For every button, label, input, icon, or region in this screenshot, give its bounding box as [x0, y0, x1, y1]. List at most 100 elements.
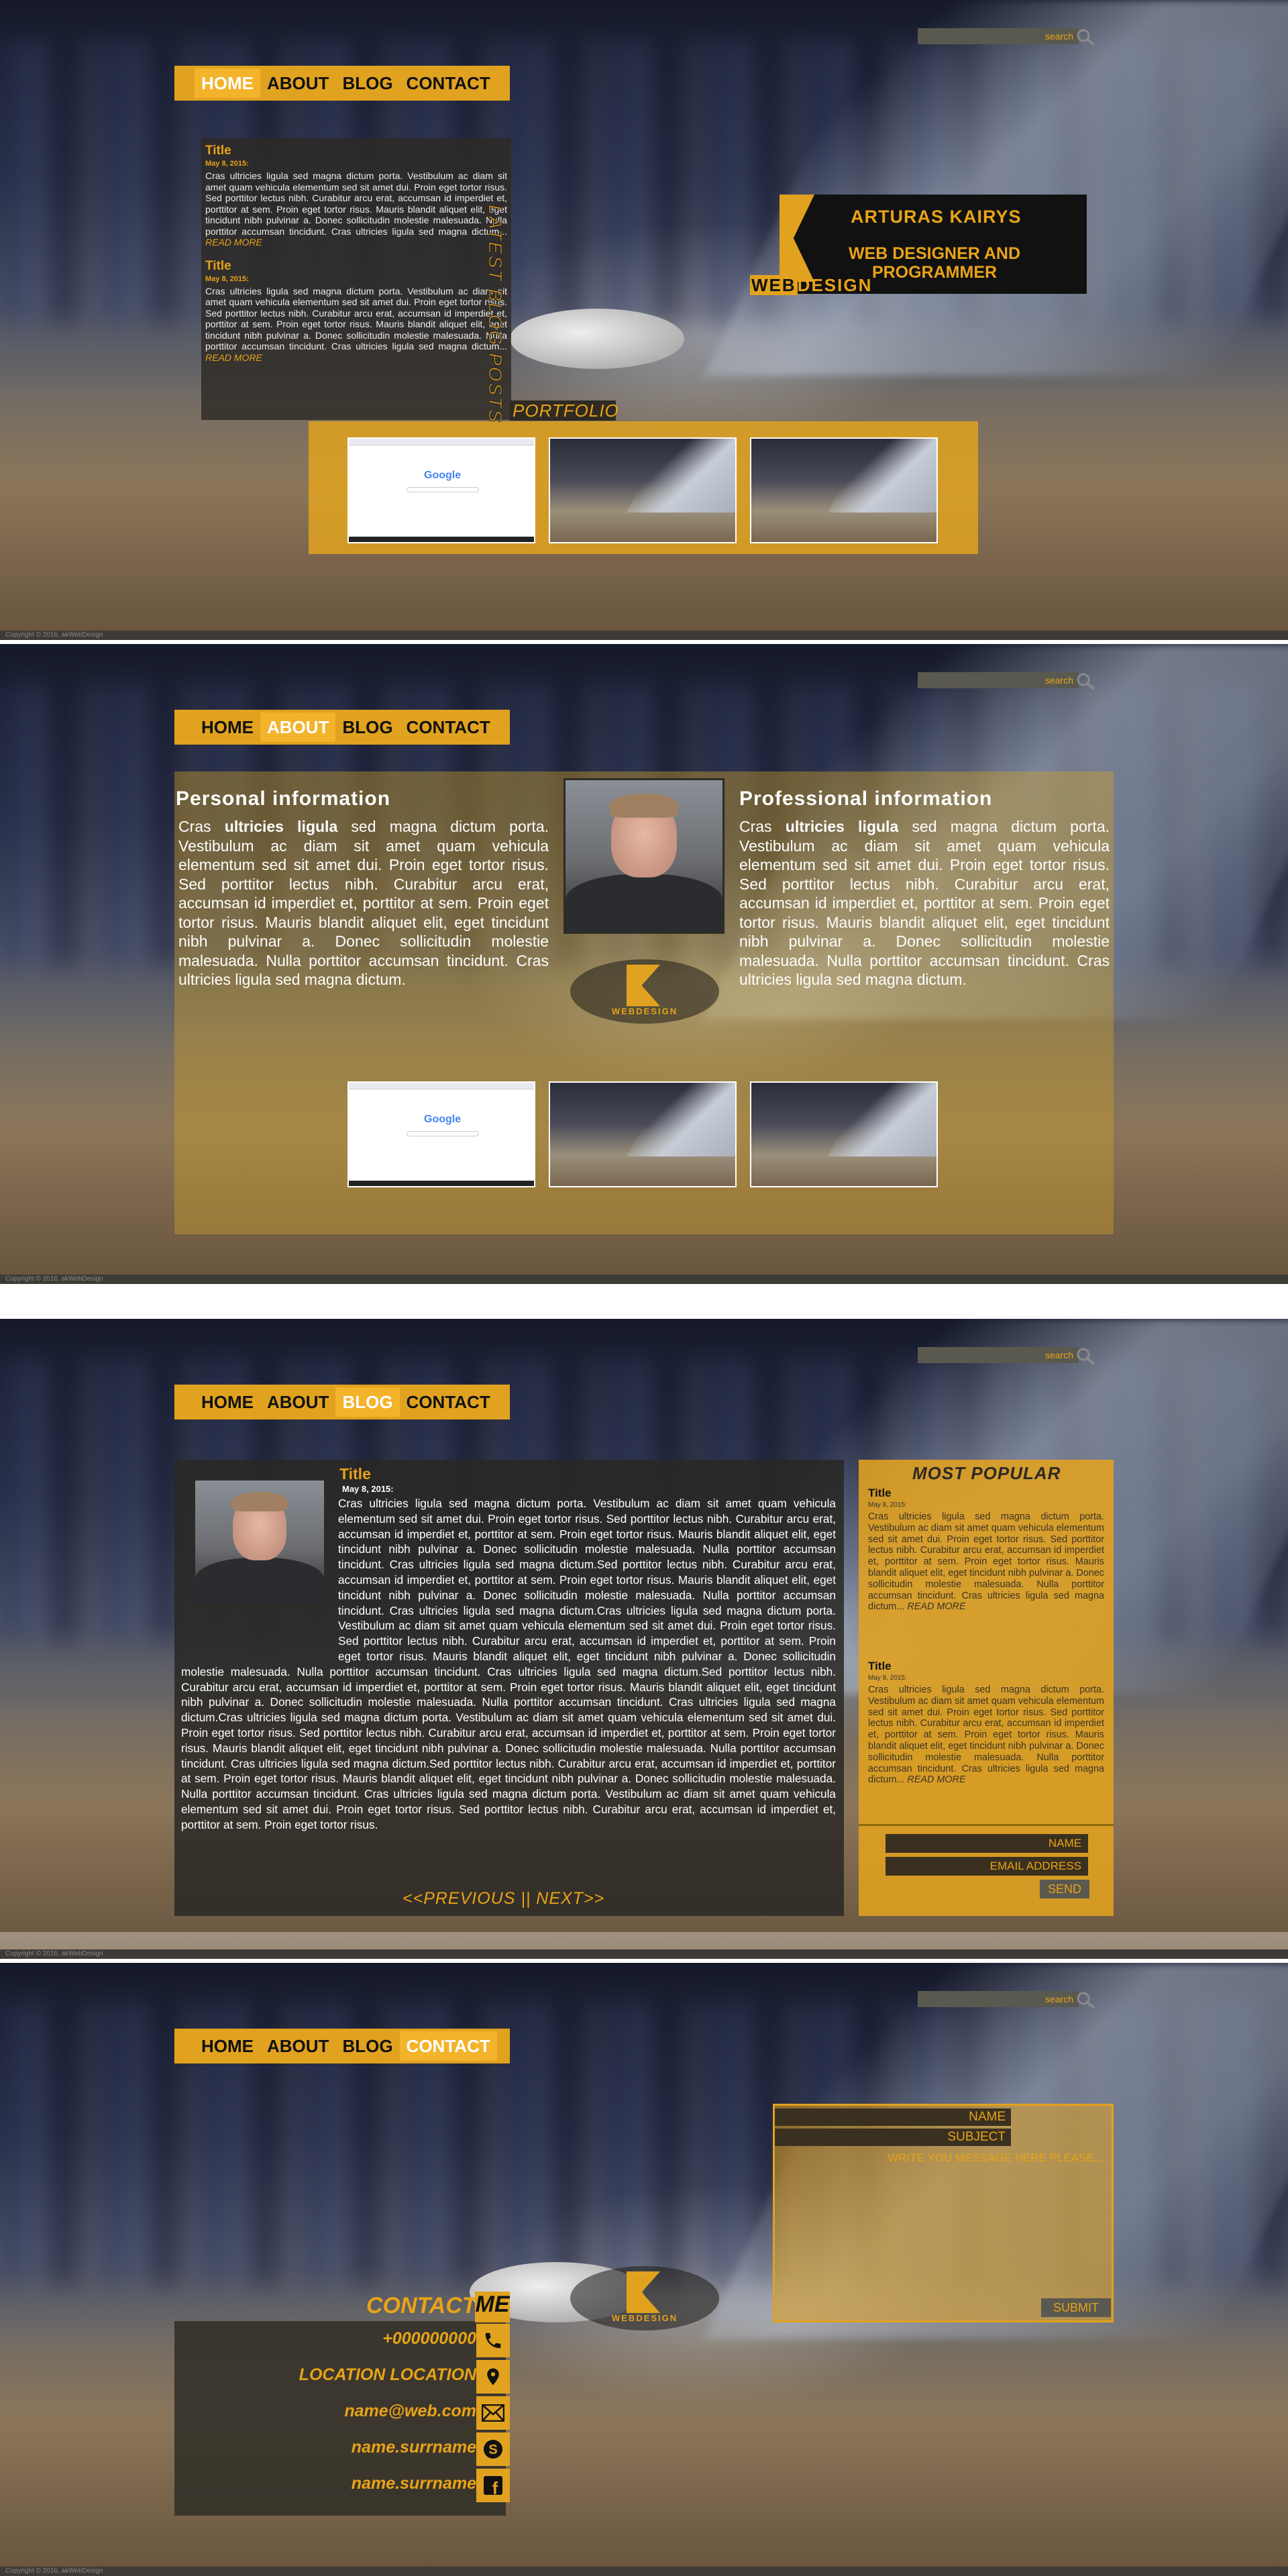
latest-blog-label: LATEST BLOG POSTS	[485, 205, 506, 424]
browser-bar	[349, 439, 534, 445]
search-input[interactable]: search	[918, 1347, 1079, 1363]
search-icon[interactable]	[1075, 1990, 1096, 2011]
main-nav: HOME ABOUT BLOG CONTACT	[174, 66, 510, 101]
copyright: Copyright © 2016, akWebDesign	[0, 1275, 1288, 1284]
nav-contact[interactable]: CONTACT	[400, 712, 497, 742]
article-title: Title	[339, 1465, 371, 1483]
search-icon[interactable]	[1075, 27, 1096, 48]
nav-blog[interactable]: BLOG	[335, 68, 399, 98]
panel-separator	[0, 1288, 1288, 1319]
brand-web: WEB	[750, 275, 798, 295]
bold-phrase: ultricies ligula	[785, 818, 899, 835]
google-logo: Google	[424, 470, 461, 482]
phone-text: +000000000	[382, 2329, 476, 2348]
envelope-icon	[476, 2396, 510, 2430]
google-logo: Google	[424, 1114, 461, 1126]
nav-blog[interactable]: BLOG	[335, 712, 399, 742]
professional-body: sed magna dictum porta. Vestibulum ac di…	[739, 818, 1110, 988]
submit-button[interactable]: SUBMIT	[1041, 2298, 1111, 2317]
main-nav: HOME ABOUT BLOG CONTACT	[174, 1385, 510, 1419]
professional-heading: Professional information	[739, 788, 993, 810]
search-icon[interactable]	[1075, 671, 1096, 692]
portfolio-thumb[interactable]	[750, 1081, 938, 1187]
nav-home[interactable]: HOME	[195, 68, 260, 98]
read-more-link[interactable]: READ MORE	[205, 237, 262, 248]
nav-home[interactable]: HOME	[195, 1387, 260, 1417]
professional-text: Cras ultricies ligula sed magna dictum p…	[739, 817, 1110, 989]
facebook-icon[interactable]: f	[476, 2469, 510, 2502]
main-nav: HOME ABOUT BLOG CONTACT	[174, 2029, 510, 2063]
brand-card: ARTURAS KAIRYS WEB DESIGNER AND PROGRAMM…	[750, 195, 1087, 295]
nav-about[interactable]: ABOUT	[260, 712, 336, 742]
nav-about[interactable]: ABOUT	[260, 68, 335, 98]
panel-separator	[0, 640, 1288, 644]
post-preview: Title May 8, 2015: Cras ultricies ligula…	[205, 259, 507, 364]
post-date: May 8, 2015:	[205, 160, 249, 168]
taskbar-preview	[349, 537, 534, 542]
read-more-link[interactable]: READ MORE	[907, 1601, 965, 1612]
skype-icon[interactable]: S	[476, 2432, 510, 2466]
webdesign-logo: WEBDESIGN	[570, 959, 719, 1024]
pagination[interactable]: <<PREVIOUS || NEXT>>	[402, 1889, 604, 1909]
logo-text: WEBDESIGN	[611, 2313, 678, 2323]
email-field[interactable]: EMAIL ADDRESS	[885, 1857, 1088, 1876]
divider	[859, 1824, 1114, 1826]
search-input[interactable]: search	[918, 672, 1079, 688]
read-more-link[interactable]: READ MORE	[205, 352, 262, 363]
taskbar-preview	[349, 1181, 534, 1186]
portfolio-thumb[interactable]	[750, 437, 938, 543]
blog-panel: search HOME ABOUT BLOG CONTACT Title May…	[0, 1319, 1288, 1959]
search-icon[interactable]	[1075, 1346, 1096, 1367]
post-title[interactable]: Title	[205, 259, 507, 274]
name-field[interactable]: NAME	[885, 1834, 1088, 1853]
contact-name-field[interactable]: NAME	[775, 2108, 1011, 2126]
nav-home[interactable]: HOME	[195, 712, 260, 742]
k-logo-icon	[627, 965, 660, 1006]
read-more-link[interactable]: READ MORE	[907, 1774, 965, 1785]
nav-contact[interactable]: CONTACT	[399, 2031, 497, 2061]
popular-post-text: Cras ultricies ligula sed magna dictum p…	[868, 1511, 1105, 1613]
google-logo-text: Google	[424, 470, 462, 481]
message-textarea[interactable]: WRITE YOU MESSAGE HERE PLEASE...	[775, 2149, 1110, 2320]
email-text[interactable]: name@web.com	[344, 2402, 476, 2421]
portfolio-label: PORTFOLIO	[510, 400, 619, 421]
portfolio-thumb[interactable]	[549, 437, 737, 543]
post-text: Cras ultricies ligula sed magna dictum p…	[205, 170, 507, 237]
personal-body: sed magna dictum porta. Vestibulum ac di…	[178, 818, 549, 988]
facebook-text[interactable]: name.surrname	[352, 2474, 476, 2493]
post-title[interactable]: Title	[205, 144, 507, 158]
search-input[interactable]: search	[918, 1991, 1079, 2007]
copyright: Copyright © 2016, akWebDesign	[0, 1949, 1288, 1959]
svg-text:S: S	[488, 2443, 497, 2457]
popular-post-text: Cras ultricies ligula sed magna dictum p…	[868, 1684, 1105, 1786]
latest-posts-list: Title May 8, 2015: Cras ultricies ligula…	[201, 138, 511, 420]
nav-blog[interactable]: BLOG	[335, 1387, 400, 1417]
logo-text: WEBDESIGN	[611, 1006, 678, 1016]
search-box-preview	[407, 1131, 479, 1136]
svg-text:f: f	[492, 2478, 498, 2496]
portfolio-thumb[interactable]: Google	[347, 437, 535, 543]
skype-text[interactable]: name.surrname	[352, 2438, 476, 2457]
lead-word: Cras	[739, 818, 786, 835]
contact-me-badge: ME	[475, 2292, 510, 2322]
send-button[interactable]: SEND	[1040, 1880, 1089, 1898]
nav-about[interactable]: ABOUT	[260, 1387, 335, 1417]
subject-field[interactable]: SUBJECT	[775, 2129, 1011, 2146]
portfolio-thumb[interactable]: Google	[347, 1081, 535, 1187]
search-box-preview	[407, 487, 479, 492]
nav-contact[interactable]: CONTACT	[400, 1387, 497, 1417]
popular-post-title[interactable]: Title	[868, 1487, 1104, 1500]
popular-post-title[interactable]: Title	[868, 1660, 1104, 1673]
search-input[interactable]: search	[918, 28, 1079, 44]
popular-post-date: May 8, 2015:	[868, 1674, 907, 1682]
article-date: May 8, 2015:	[342, 1484, 394, 1494]
browser-bar	[349, 1083, 534, 1089]
brand-design: DESIGN	[797, 275, 873, 295]
nav-about[interactable]: ABOUT	[260, 2031, 335, 2061]
copyright: Copyright © 2016, akWebDesign	[0, 2567, 1288, 2576]
phone-icon	[476, 2324, 510, 2357]
portfolio-thumb[interactable]	[549, 1081, 737, 1187]
nav-home[interactable]: HOME	[195, 2031, 260, 2061]
nav-blog[interactable]: BLOG	[335, 2031, 399, 2061]
nav-contact[interactable]: CONTACT	[400, 68, 497, 98]
